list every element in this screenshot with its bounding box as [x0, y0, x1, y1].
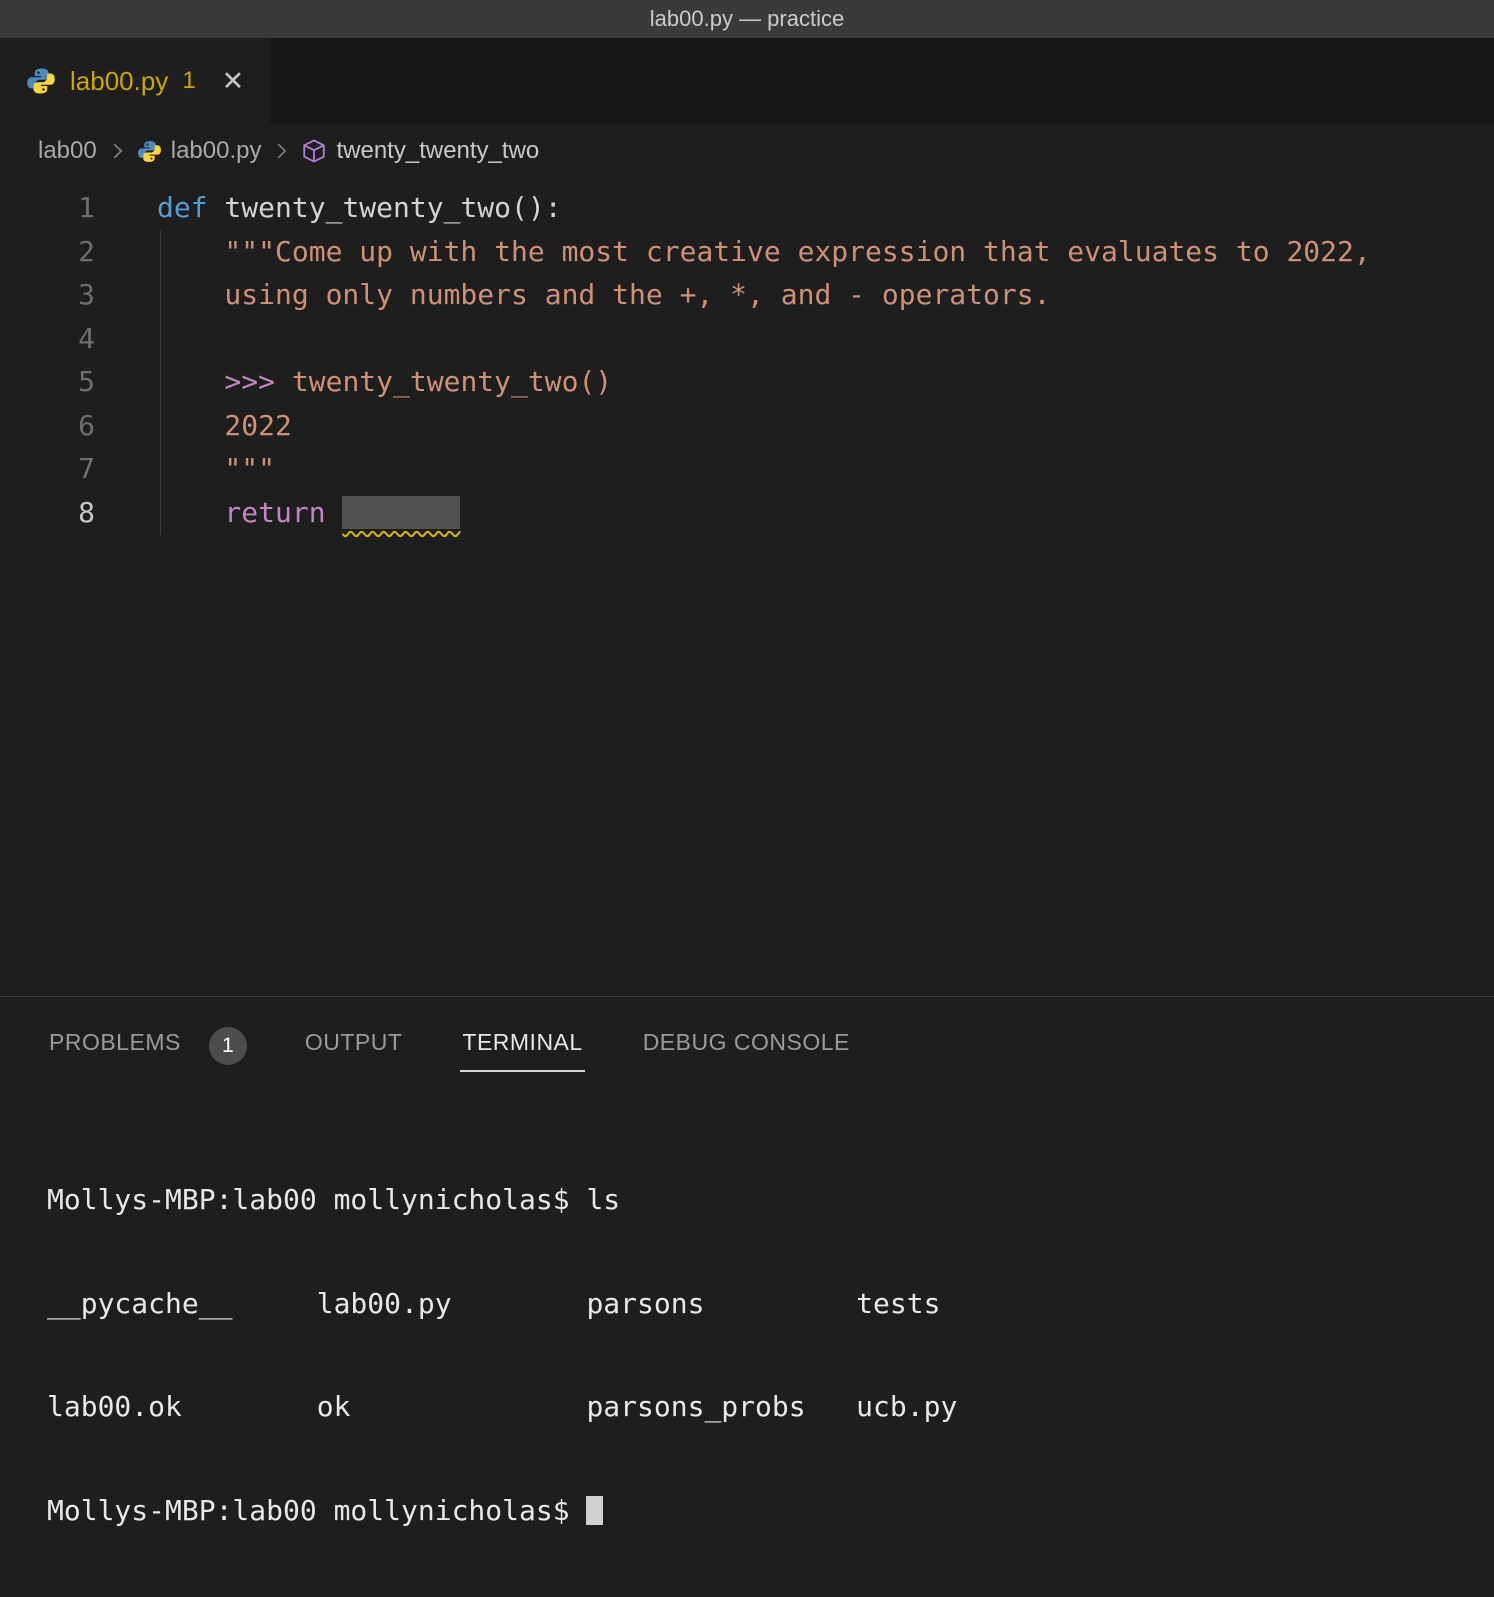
code-line: 5 >>> twenty_twenty_two() — [0, 360, 1494, 404]
breadcrumb-symbol[interactable]: twenty_twenty_two — [336, 137, 539, 165]
line-number: 5 — [0, 360, 157, 404]
code-text: 2022 — [157, 404, 292, 448]
terminal-cursor — [586, 1496, 603, 1525]
code-line: 3 using only numbers and the +, *, and -… — [0, 273, 1494, 317]
python-icon — [26, 66, 56, 96]
tab-lab00py[interactable]: lab00.py 1 ✕ — [0, 38, 270, 124]
tab-filename: lab00.py — [70, 66, 168, 97]
terminal-line: Mollys-MBP:lab00 mollynicholas$ ls — [47, 1183, 1494, 1218]
terminal-prompt: Mollys-MBP:lab00 mollynicholas$ — [47, 1494, 586, 1527]
code-line: 6 2022 — [0, 404, 1494, 448]
code-text: """ — [157, 447, 275, 491]
code-text: >>> twenty_twenty_two() — [157, 360, 612, 404]
tab-problems[interactable]: PROBLEMS 1 — [47, 1025, 247, 1072]
chevron-right-icon — [270, 140, 292, 162]
tab-problems-badge: 1 — [182, 67, 195, 95]
line-number: 8 — [0, 491, 157, 535]
tab-output[interactable]: OUTPUT — [303, 1025, 405, 1072]
code-text: using only numbers and the +, *, and - o… — [157, 273, 1050, 317]
code-line: 8 return — [0, 491, 1494, 535]
line-number: 7 — [0, 447, 157, 491]
code-line: 4 — [0, 317, 1494, 361]
warning-selection — [342, 496, 460, 529]
problems-label: PROBLEMS — [47, 1025, 183, 1072]
breadcrumb: lab00 lab00.py twenty_twenty_two — [0, 124, 1494, 178]
code-text: def twenty_twenty_two(): — [157, 186, 562, 230]
code-text: """Come up with the most creative expres… — [157, 230, 1371, 274]
line-number: 2 — [0, 230, 157, 274]
symbol-cube-icon — [301, 138, 327, 164]
line-number: 3 — [0, 273, 157, 317]
code-line: 7 """ — [0, 447, 1494, 491]
line-number: 6 — [0, 404, 157, 448]
terminal-line: Mollys-MBP:lab00 mollynicholas$ — [47, 1494, 1494, 1529]
tab-debug-console[interactable]: DEBUG CONSOLE — [641, 1025, 852, 1072]
code-line: 2 """Come up with the most creative expr… — [0, 230, 1494, 274]
terminal-line: __pycache__ lab00.py parsons tests — [47, 1287, 1494, 1322]
python-icon — [137, 139, 162, 164]
window-title: lab00.py — practice — [650, 6, 844, 32]
tab-terminal[interactable]: TERMINAL — [460, 1025, 584, 1072]
problems-count-badge: 1 — [209, 1027, 247, 1065]
terminal-output[interactable]: Mollys-MBP:lab00 mollynicholas$ ls __pyc… — [47, 1114, 1494, 1597]
tab-strip: lab00.py 1 ✕ — [0, 38, 1494, 124]
indent-guide — [160, 230, 161, 535]
chevron-right-icon — [106, 140, 128, 162]
code-line: 1 def twenty_twenty_two(): — [0, 186, 1494, 230]
code-text: return — [157, 491, 460, 535]
breadcrumb-folder[interactable]: lab00 — [38, 137, 97, 165]
panel-tab-bar: PROBLEMS 1 OUTPUT TERMINAL DEBUG CONSOLE — [0, 997, 1494, 1072]
bottom-panel: PROBLEMS 1 OUTPUT TERMINAL DEBUG CONSOLE… — [0, 996, 1494, 1597]
titlebar: lab00.py — practice — [0, 0, 1494, 38]
line-number: 1 — [0, 186, 157, 230]
terminal-line: lab00.ok ok parsons_probs ucb.py — [47, 1390, 1494, 1425]
close-icon[interactable]: ✕ — [222, 68, 245, 95]
line-number: 4 — [0, 317, 157, 361]
breadcrumb-file[interactable]: lab00.py — [171, 137, 262, 165]
code-editor[interactable]: 1 def twenty_twenty_two(): 2 """Come up … — [0, 178, 1494, 996]
